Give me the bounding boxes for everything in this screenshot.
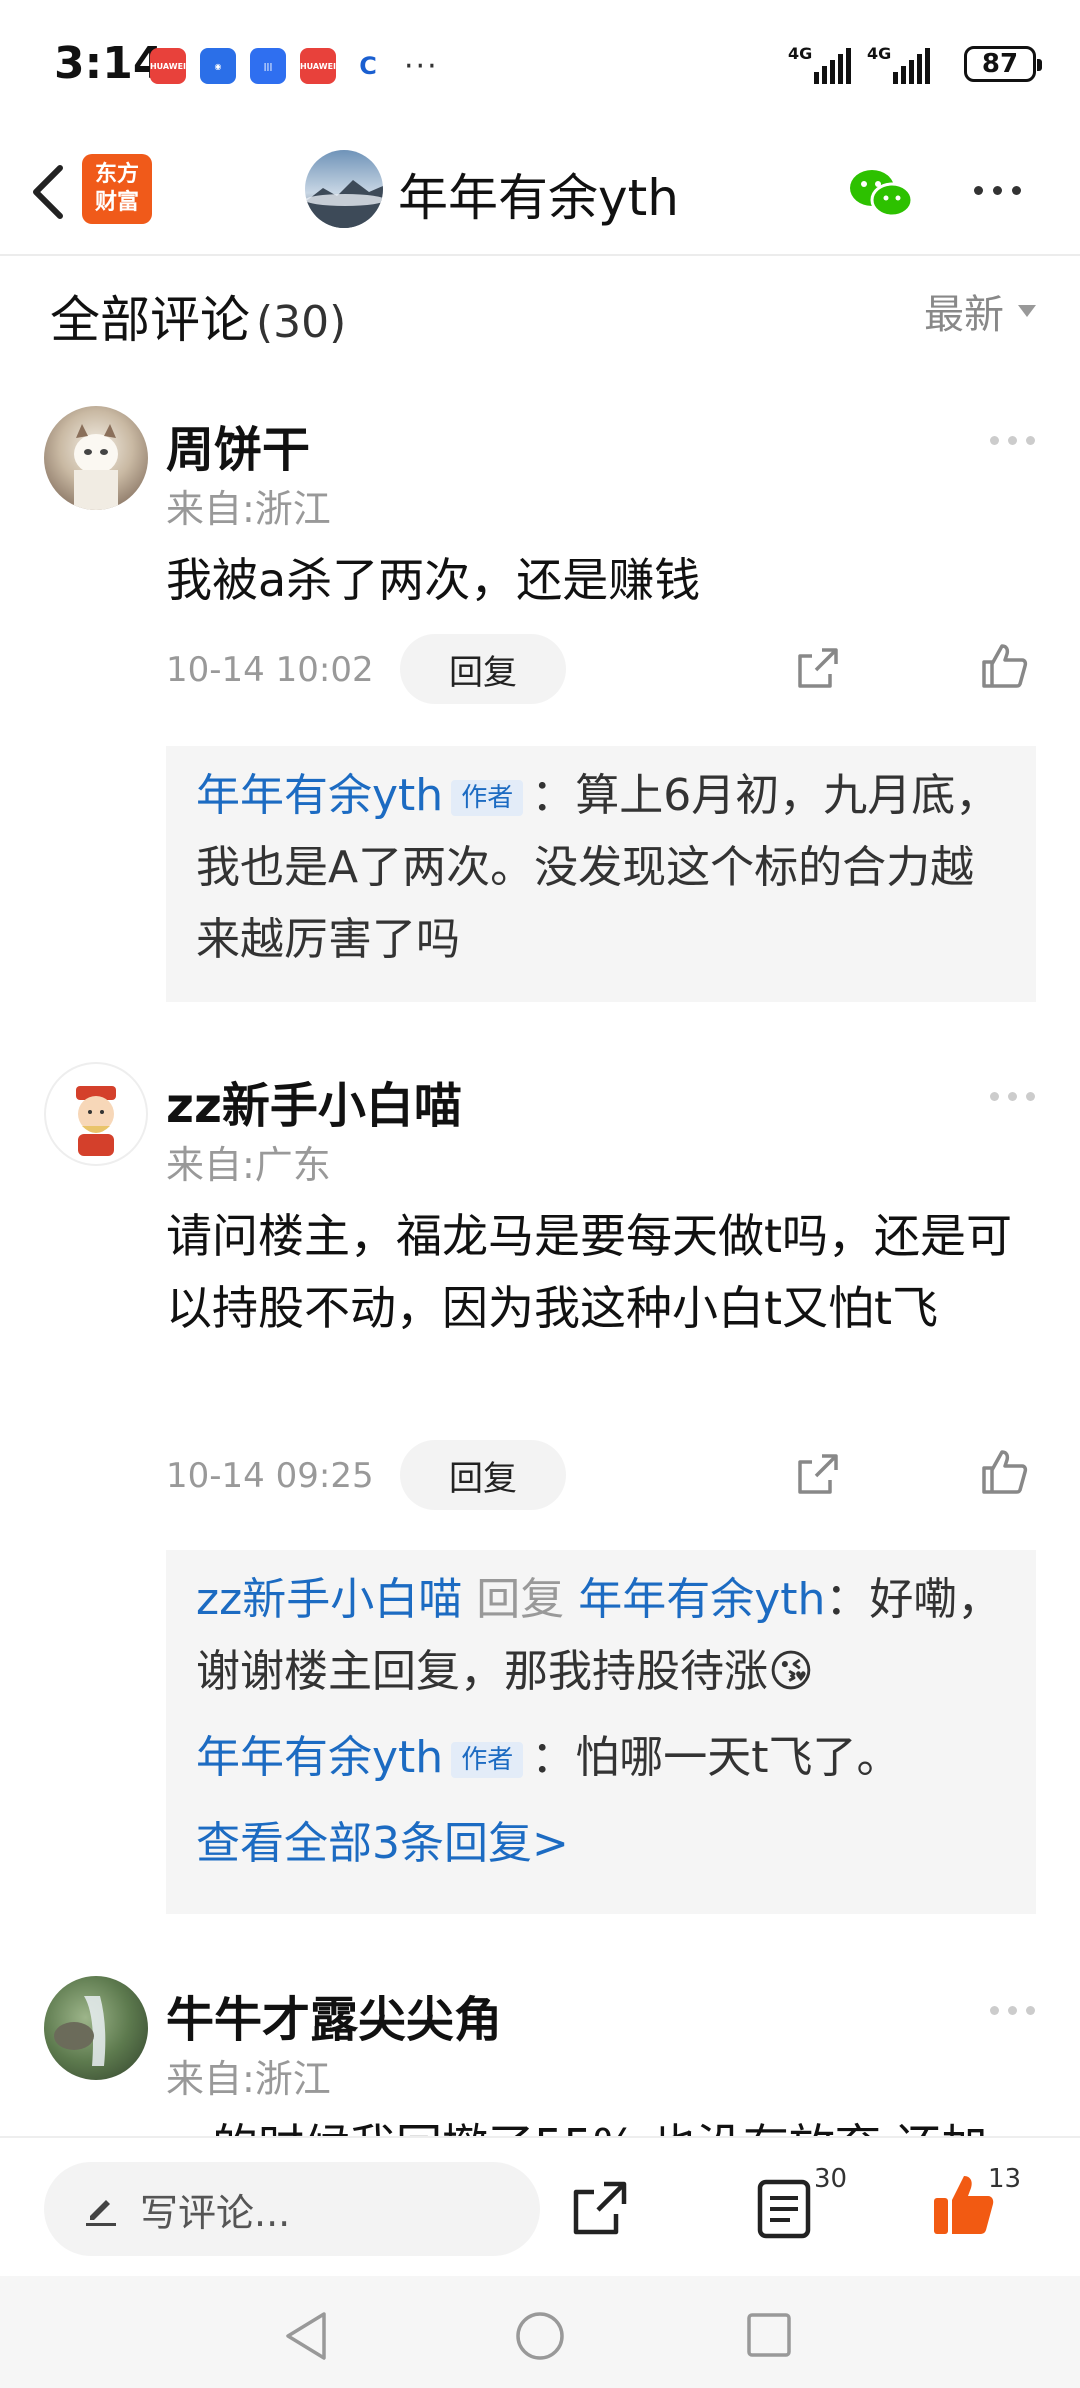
comment-more-icon[interactable] bbox=[990, 1092, 1035, 1101]
comment-location: 来自:浙江 bbox=[166, 2057, 331, 2101]
author-tag: 作者 bbox=[451, 1742, 524, 1778]
battery-icon: 87 bbox=[964, 46, 1042, 82]
signal-icon-1: 4G bbox=[788, 44, 851, 84]
audio-app-icon: ||| bbox=[250, 48, 286, 84]
app-logo[interactable]: 东方 财富 bbox=[82, 154, 152, 224]
author-name[interactable]: 年年有余yth bbox=[398, 158, 679, 230]
author-tag: 作者 bbox=[451, 780, 524, 816]
reply-author[interactable]: 年年有余yth bbox=[196, 770, 443, 821]
see-all-replies-link[interactable]: 查看全部3条回复> bbox=[196, 1808, 1006, 1880]
signal-indicators: 4G 4G bbox=[788, 44, 930, 84]
comments-header: 全部评论 (30) bbox=[50, 280, 346, 352]
reply-target[interactable]: 年年有余yth bbox=[578, 1574, 825, 1625]
share-icon[interactable] bbox=[796, 646, 840, 690]
comments-title: 全部评论 bbox=[50, 291, 250, 349]
reply-item: 年年有余yth 作者 ：怕哪一天t飞了。 bbox=[196, 1722, 1006, 1794]
dropdown-triangle-icon bbox=[1018, 305, 1036, 317]
wechat-icon[interactable] bbox=[846, 166, 916, 222]
share-icon[interactable] bbox=[570, 2178, 630, 2238]
comment-location: 来自:浙江 bbox=[166, 487, 331, 531]
reply-box: 年年有余yth 作者 ：算上6月初，九月底，我也是A了两次。没发现这个标的合力越来越… bbox=[166, 746, 1036, 1002]
avatar[interactable] bbox=[44, 1976, 148, 2080]
sort-label: 最新 bbox=[924, 292, 1004, 338]
like-icon[interactable] bbox=[980, 642, 1028, 690]
reply-word: 回复 bbox=[476, 1574, 565, 1625]
author-avatar[interactable] bbox=[305, 150, 383, 228]
comment-text: 请问楼主，福龙马是要每天做t吗，还是可以持股不动，因为我这种小白t又怕t飞 bbox=[166, 1209, 1013, 1335]
status-time: 3:14 bbox=[54, 38, 164, 89]
nav-back-icon[interactable] bbox=[282, 2310, 330, 2362]
reply-item: zz新手小白喵 回复 年年有余yth：好嘞，谢谢楼主回复，那我持股待涨😘 bbox=[196, 1564, 1006, 1708]
status-bar: 3:14 HUAWEI ◉ ||| HUAWEI C ··· 4G 4G 87 bbox=[0, 0, 1080, 130]
comment-list-icon[interactable] bbox=[756, 2178, 812, 2240]
comments-count: (30) bbox=[256, 297, 347, 348]
write-comment-placeholder: 写评论... bbox=[140, 2190, 291, 2235]
nav-bar: 东方 财富 年年有余yth bbox=[0, 130, 1080, 256]
reply-box: zz新手小白喵 回复 年年有余yth：好嘞，谢谢楼主回复，那我持股待涨😘 年年有余y… bbox=[166, 1550, 1036, 1914]
avatar[interactable] bbox=[44, 1062, 148, 1166]
huawei-app-icon-2: HUAWEI bbox=[300, 48, 336, 84]
comment-time: 10-14 10:02 bbox=[166, 650, 374, 690]
comment-more-icon[interactable] bbox=[990, 436, 1035, 445]
like-filled-icon[interactable] bbox=[930, 2172, 996, 2238]
more-notifications-icon: ··· bbox=[404, 48, 439, 84]
bottom-action-bar: 写评论... 30 13 bbox=[0, 2136, 1080, 2278]
nav-home-icon[interactable] bbox=[514, 2310, 566, 2362]
comment-username[interactable]: 周饼干 bbox=[166, 410, 310, 480]
more-options-icon[interactable] bbox=[974, 186, 1021, 195]
comment-text: 一的时候我回撤了55%,也没有放弃,还加 bbox=[166, 2110, 1026, 2136]
comment-count-badge: 30 bbox=[814, 2164, 848, 2194]
signal-icon-2: 4G bbox=[867, 44, 930, 84]
pen-icon bbox=[86, 2200, 116, 2226]
reply-author[interactable]: zz新手小白喵 bbox=[196, 1574, 462, 1625]
notification-icons: HUAWEI ◉ ||| HUAWEI C ··· bbox=[150, 48, 439, 84]
nav-recents-icon[interactable] bbox=[746, 2312, 792, 2358]
like-icon[interactable] bbox=[980, 1448, 1028, 1496]
reply-button[interactable]: 回复 bbox=[400, 634, 566, 704]
comment-text: 我被a杀了两次，还是赚钱 bbox=[166, 553, 701, 607]
back-icon[interactable] bbox=[24, 160, 74, 224]
share-icon[interactable] bbox=[796, 1452, 840, 1496]
sort-dropdown[interactable]: 最新 bbox=[924, 282, 1036, 340]
huawei-app-icon: HUAWEI bbox=[150, 48, 186, 84]
reply-button[interactable]: 回复 bbox=[400, 1440, 566, 1510]
assistant-app-icon: ◉ bbox=[200, 48, 236, 84]
comment-location: 来自:广东 bbox=[166, 1143, 331, 1187]
comment-username[interactable]: zz新手小白喵 bbox=[166, 1066, 462, 1136]
comment-time: 10-14 09:25 bbox=[166, 1456, 374, 1496]
write-comment-input[interactable]: 写评论... bbox=[44, 2162, 540, 2256]
system-navigation-bar bbox=[0, 2276, 1080, 2388]
like-count-badge: 13 bbox=[988, 2164, 1022, 2194]
comment-more-icon[interactable] bbox=[990, 2006, 1035, 2015]
reply-author[interactable]: 年年有余yth bbox=[196, 1732, 443, 1783]
avatar[interactable] bbox=[44, 406, 148, 510]
reply-text: ：怕哪一天t飞了。 bbox=[531, 1732, 901, 1783]
comment-username[interactable]: 牛牛才露尖尖角 bbox=[166, 1980, 502, 2050]
reply-item: 年年有余yth 作者 ：算上6月初，九月底，我也是A了两次。没发现这个标的合力越来越… bbox=[196, 760, 1006, 976]
browser-app-icon: C bbox=[350, 48, 386, 84]
